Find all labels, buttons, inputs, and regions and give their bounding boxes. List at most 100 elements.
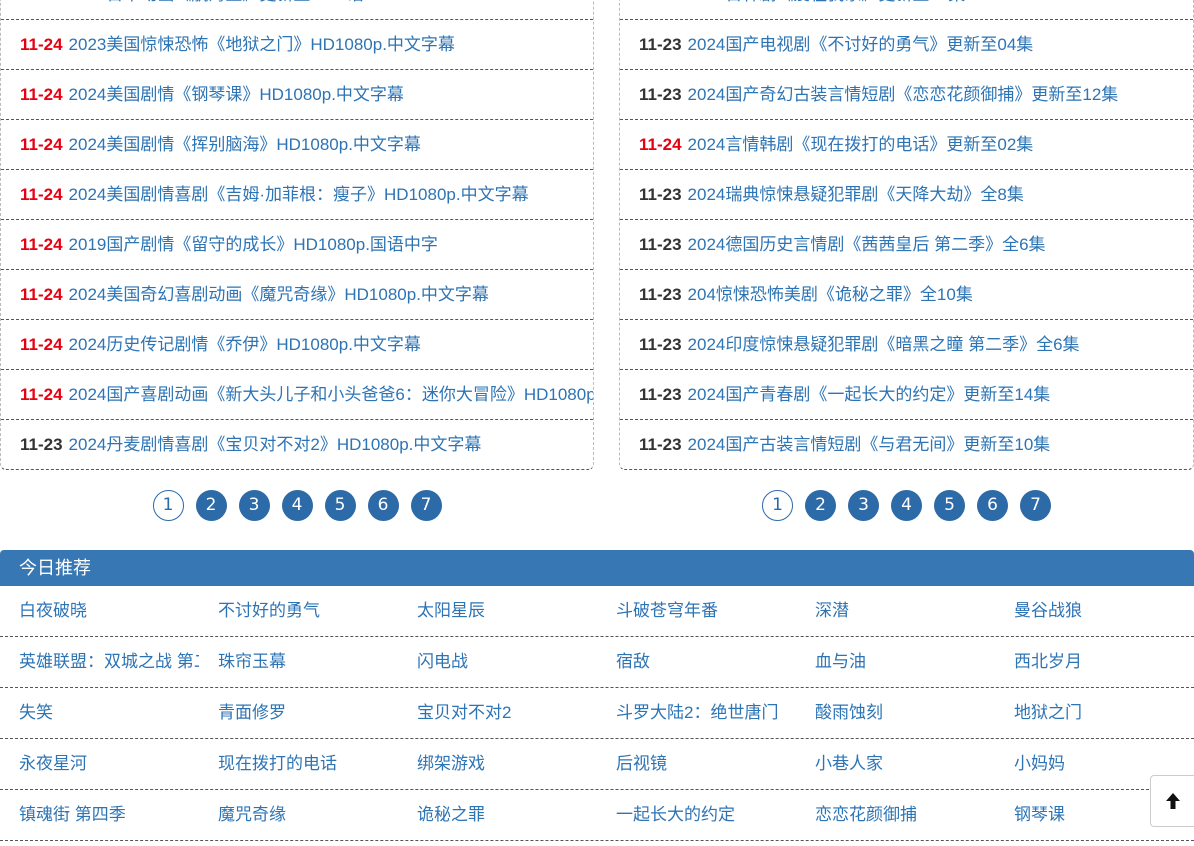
list-item[interactable]: 11-24 2024日韩剧《爱在我家》更新至04集 <box>620 0 1193 19</box>
recommend-item-link[interactable]: 永夜星河 <box>0 739 199 789</box>
item-title-link[interactable]: 2024美国剧情《钢琴课》HD1080p.中文字幕 <box>69 85 404 104</box>
recommend-item-link[interactable]: 现在拨打的电话 <box>199 739 398 789</box>
recommend-item-link[interactable]: 西北岁月 <box>995 637 1194 687</box>
recommend-item-link[interactable]: 恋恋花颜御捕 <box>796 790 995 840</box>
recommend-item-link[interactable]: 魔咒奇缘 <box>199 790 398 840</box>
recommend-item-link[interactable]: 宿敌 <box>597 637 796 687</box>
list-item[interactable]: 11-24 2024国产喜剧动画《新大头儿子和小头爸爸6：迷你大冒险》HD1080… <box>1 369 593 419</box>
item-date: 11-24 <box>20 235 63 254</box>
list-item[interactable]: 11-23 204惊悚恐怖美剧《诡秘之罪》全10集 <box>620 269 1193 319</box>
item-date: 11-24 <box>639 0 682 4</box>
recommend-item-link[interactable]: 酸雨蚀刻 <box>796 688 995 738</box>
page-button-6[interactable]: 6 <box>977 490 1008 521</box>
recommend-item-link[interactable]: 诡秘之罪 <box>398 790 597 840</box>
item-date: 11-24 <box>20 85 63 104</box>
item-date: 11-24 <box>20 335 63 354</box>
item-title-link[interactable]: 2024日韩剧《爱在我家》更新至04集 <box>688 0 966 4</box>
list-item[interactable]: 11-23 2024国产青春剧《一起长大的约定》更新至14集 <box>620 369 1193 419</box>
item-date: 11-24 <box>20 0 63 4</box>
list-item[interactable]: 11-23 2024国产电视剧《不讨好的勇气》更新至04集 <box>620 19 1193 69</box>
recommend-item-link[interactable]: 血与油 <box>796 637 995 687</box>
right-pagination: 1234567 <box>619 490 1194 521</box>
item-date: 11-24 <box>20 35 63 54</box>
page-button-2[interactable]: 2 <box>195 490 227 521</box>
item-title-link[interactable]: 2024美国奇幻喜剧动画《魔咒奇缘》HD1080p.中文字幕 <box>69 285 489 304</box>
page-button-5[interactable]: 5 <box>324 490 356 521</box>
recommend-item-link[interactable]: 闪电战 <box>398 637 597 687</box>
list-item[interactable]: 11-23 2024德国历史言情剧《茜茜皇后 第二季》全6集 <box>620 219 1193 269</box>
list-item[interactable]: 11-24 2024言情韩剧《现在拨打的电话》更新至02集 <box>620 119 1193 169</box>
list-item[interactable]: 11-24 2024美国剧情《钢琴课》HD1080p.中文字幕 <box>1 69 593 119</box>
item-title-link[interactable]: 2024德国历史言情剧《茜茜皇后 第二季》全6集 <box>688 235 1046 254</box>
page-button-1[interactable]: 1 <box>762 490 793 521</box>
item-title-link[interactable]: 2024美国剧情《挥别脑海》HD1080p.中文字幕 <box>69 135 421 154</box>
item-title-link[interactable]: 2019国产剧情《留守的成长》HD1080p.国语中字 <box>69 235 438 254</box>
page-button-7[interactable]: 7 <box>410 490 442 521</box>
recommend-heading: 今日推荐 <box>0 550 1194 586</box>
list-item[interactable]: 11-24 2024美国奇幻喜剧动画《魔咒奇缘》HD1080p.中文字幕 <box>1 269 593 319</box>
latest-series-list: 11-24 2024日韩剧《爱在我家》更新至04集 11-23 2024国产电视剧《不… <box>619 0 1194 470</box>
recommend-item-link[interactable]: 曼谷战狼 <box>995 586 1194 636</box>
page-button-3[interactable]: 3 <box>238 490 270 521</box>
item-date: 11-23 <box>639 285 682 304</box>
recommend-item-link[interactable]: 宝贝对不对2 <box>398 688 597 738</box>
recommend-item-link[interactable]: 珠帘玉幕 <box>199 637 398 687</box>
recommend-item-link[interactable]: 斗破苍穹年番 <box>597 586 796 636</box>
item-date: 11-23 <box>639 435 682 454</box>
list-item[interactable]: 11-23 2024印度惊悚悬疑犯罪剧《暗黑之瞳 第二季》全6集 <box>620 319 1193 369</box>
item-title-link[interactable]: 204惊悚恐怖美剧《诡秘之罪》全10集 <box>688 285 973 304</box>
recommend-item-link[interactable]: 青面修罗 <box>199 688 398 738</box>
recommend-item-link[interactable]: 地狱之门 <box>995 688 1194 738</box>
page-button-1[interactable]: 1 <box>152 490 184 521</box>
list-item[interactable]: 11-24 2024美国剧情喜剧《吉姆·加菲根：瘦子》HD1080p.中文字幕 <box>1 169 593 219</box>
list-item[interactable]: 11-23 2024国产奇幻古装言情短剧《恋恋花颜御捕》更新至12集 <box>620 69 1193 119</box>
item-title-link[interactable]: 2024瑞典惊悚悬疑犯罪剧《天降大劫》全8集 <box>688 185 1024 204</box>
item-date: 11-24 <box>20 135 63 154</box>
page-button-7[interactable]: 7 <box>1020 490 1051 521</box>
recommend-item-link[interactable]: 斗罗大陆2：绝世唐门 <box>597 688 796 738</box>
list-item[interactable]: 11-24 2024日本动画《航海王》更新至1124话 <box>1 0 593 19</box>
list-item[interactable]: 11-24 2019国产剧情《留守的成长》HD1080p.国语中字 <box>1 219 593 269</box>
item-date: 11-24 <box>20 285 63 304</box>
item-title-link[interactable]: 2024国产青春剧《一起长大的约定》更新至14集 <box>688 385 1051 404</box>
item-title-link[interactable]: 2024美国剧情喜剧《吉姆·加菲根：瘦子》HD1080p.中文字幕 <box>69 185 529 204</box>
page-button-6[interactable]: 6 <box>367 490 399 521</box>
item-title-link[interactable]: 2024印度惊悚悬疑犯罪剧《暗黑之瞳 第二季》全6集 <box>688 335 1080 354</box>
item-title-link[interactable]: 2024国产电视剧《不讨好的勇气》更新至04集 <box>688 35 1034 54</box>
back-to-top-button[interactable] <box>1150 775 1194 827</box>
item-title-link[interactable]: 2024国产喜剧动画《新大头儿子和小头爸爸6：迷你大冒险》HD1080p.国语中… <box>69 385 593 404</box>
item-title-link[interactable]: 2024国产古装言情短剧《与君无间》更新至10集 <box>688 435 1051 454</box>
item-title-link[interactable]: 2023美国惊悚恐怖《地狱之门》HD1080p.中文字幕 <box>69 35 455 54</box>
recommend-item-link[interactable]: 镇魂街 第四季 <box>0 790 199 840</box>
recommend-item-link[interactable]: 绑架游戏 <box>398 739 597 789</box>
list-item[interactable]: 11-23 2024瑞典惊悚悬疑犯罪剧《天降大劫》全8集 <box>620 169 1193 219</box>
item-title-link[interactable]: 2024言情韩剧《现在拨打的电话》更新至02集 <box>688 135 1034 154</box>
page-button-4[interactable]: 4 <box>281 490 313 521</box>
list-item[interactable]: 11-23 2024丹麦剧情喜剧《宝贝对不对2》HD1080p.中文字幕 <box>1 419 593 469</box>
recommend-item-link[interactable]: 后视镜 <box>597 739 796 789</box>
recommend-item-link[interactable]: 小巷人家 <box>796 739 995 789</box>
recommend-item-link[interactable]: 太阳星辰 <box>398 586 597 636</box>
page-button-3[interactable]: 3 <box>848 490 879 521</box>
recommend-item-link[interactable]: 白夜破晓 <box>0 586 199 636</box>
recommend-item-link[interactable]: 深潜 <box>796 586 995 636</box>
list-item[interactable]: 11-24 2023美国惊悚恐怖《地狱之门》HD1080p.中文字幕 <box>1 19 593 69</box>
latest-movies-list: 11-24 2024日本动画《航海王》更新至1124话 11-24 2023美国惊悚恐… <box>0 0 594 470</box>
list-item[interactable]: 11-23 2024国产古装言情短剧《与君无间》更新至10集 <box>620 419 1193 469</box>
item-date: 11-23 <box>639 35 682 54</box>
page-button-5[interactable]: 5 <box>934 490 965 521</box>
item-title-link[interactable]: 2024丹麦剧情喜剧《宝贝对不对2》HD1080p.中文字幕 <box>69 435 482 454</box>
item-title-link[interactable]: 2024国产奇幻古装言情短剧《恋恋花颜御捕》更新至12集 <box>688 85 1119 104</box>
recommend-item-link[interactable]: 一起长大的约定 <box>597 790 796 840</box>
item-title-link[interactable]: 2024日本动画《航海王》更新至1124话 <box>69 0 364 4</box>
item-date: 11-24 <box>639 135 682 154</box>
recommend-item-link[interactable]: 英雄联盟：双城之战 第二季 <box>0 637 199 687</box>
page-button-2[interactable]: 2 <box>805 490 836 521</box>
list-item[interactable]: 11-24 2024历史传记剧情《乔伊》HD1080p.中文字幕 <box>1 319 593 369</box>
item-title-link[interactable]: 2024历史传记剧情《乔伊》HD1080p.中文字幕 <box>69 335 421 354</box>
recommend-row: 永夜星河 现在拨打的电话 绑架游戏 后视镜 小巷人家 小妈妈 <box>0 739 1194 790</box>
recommend-item-link[interactable]: 不讨好的勇气 <box>199 586 398 636</box>
recommend-item-link[interactable]: 失笑 <box>0 688 199 738</box>
list-item[interactable]: 11-24 2024美国剧情《挥别脑海》HD1080p.中文字幕 <box>1 119 593 169</box>
page-button-4[interactable]: 4 <box>891 490 922 521</box>
